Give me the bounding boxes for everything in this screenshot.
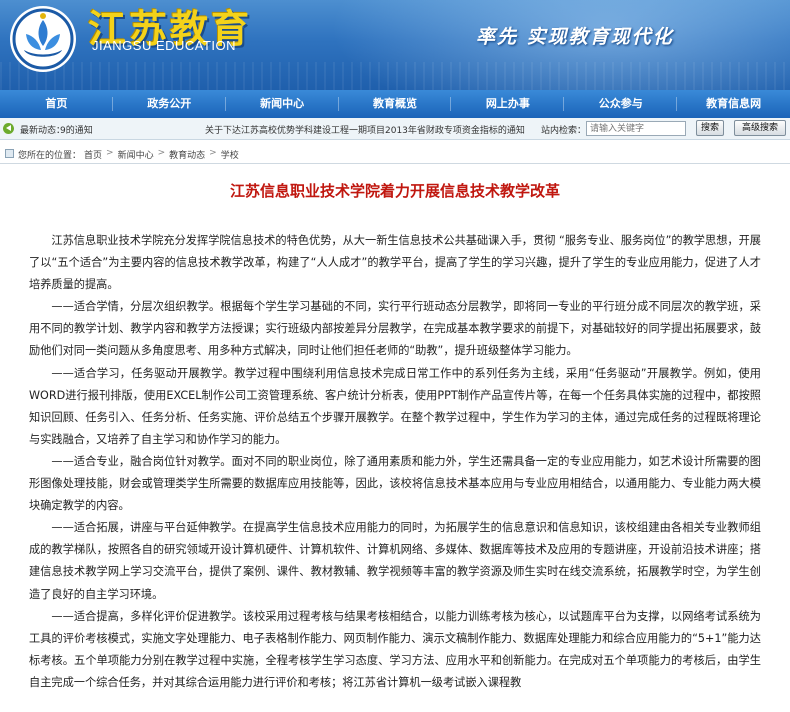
article-paragraph: ——适合拓展，讲座与平台延伸教学。在提高学生信息技术应用能力的同时，为拓展学生的… (29, 521, 761, 601)
nav-item-online-services[interactable]: 网上办事 (451, 90, 565, 118)
breadcrumb-news-center[interactable]: 新闻中心 (118, 148, 154, 161)
nav-item-education-overview[interactable]: 教育概览 (339, 90, 452, 118)
breadcrumb-schools[interactable]: 学校 (221, 148, 239, 161)
breadcrumb-label: 您所在的位置： (18, 151, 82, 161)
news-ticker-bar: 最新动态： 9的通知 关于下达江苏高校优势学科建设工程一期项目2013年省财政专… (0, 118, 790, 140)
breadcrumb-path: 首页 > 新闻中心 > 教育动态 > 学校 (84, 148, 239, 161)
banner-pattern (0, 62, 790, 90)
nav-item-government-affairs[interactable]: 政务公开 (113, 90, 226, 118)
search-button[interactable]: 搜索 (696, 120, 724, 136)
location-icon (5, 149, 14, 158)
article: 江苏信息职业技术学院着力开展信息技术教学改革 江苏信息职业技术学院充分发挥学院信… (29, 180, 761, 694)
article-paragraph: ——适合学情，分层次组织教学。根据每个学生学习基础的不同，实行平行班动态分层教学… (29, 300, 761, 358)
advanced-search-button[interactable]: 高级搜索 (734, 120, 786, 136)
header-slogan: 率先 实现教育现代化 (476, 26, 674, 48)
article-paragraph: ——适合专业，融合岗位针对教学。面对不同的职业岗位，除了通用素质和能力外，学生还… (29, 454, 761, 513)
breadcrumb: 您所在的位置： 首页 > 新闻中心 > 教育动态 > 学校 (0, 144, 790, 164)
article-paragraph: ——适合提高，多样化评价促进教学。该校采用过程考核与结果考核相结合，以能力训练考… (29, 609, 761, 689)
site-search-input[interactable] (586, 121, 686, 136)
article-paragraph: 江苏信息职业技术学院充分发挥学院信息技术的特色优势，从大一新生信息技术公共基础课… (29, 234, 761, 292)
breadcrumb-separator: > (209, 148, 217, 158)
ticker-news-link[interactable]: 关于下达江苏高校优势学科建设工程一期项目2013年省财政专项资金指标的通知 (205, 123, 525, 136)
site-search-label: 站内检索： (541, 126, 587, 136)
jiangsu-education-logo-icon[interactable] (8, 4, 78, 74)
nav-item-home[interactable]: 首页 (0, 90, 113, 118)
breadcrumb-education-news[interactable]: 教育动态 (169, 148, 205, 161)
breadcrumb-home[interactable]: 首页 (84, 148, 102, 161)
nav-item-education-info-net[interactable]: 教育信息网 (677, 90, 790, 118)
ticker-news-link[interactable]: 9的通知 (60, 123, 93, 136)
article-paragraph: ——适合学习，任务驱动开展教学。教学过程中围绕利用信息技术完成日常工作中的系列任… (29, 366, 761, 446)
article-title: 江苏信息职业技术学院着力开展信息技术教学改革 (229, 182, 560, 200)
breadcrumb-separator: > (157, 148, 166, 158)
main-nav: 首页 政务公开 新闻中心 教育概览 网上办事 公众参与 教育信息网 (0, 90, 790, 118)
breadcrumb-separator: > (106, 148, 114, 158)
ticker-arrow-icon (3, 123, 14, 134)
header-banner: 江苏教育 JIANGSU EDUCATION 率先 实现教育现代化 (0, 0, 790, 90)
nav-item-public-participation[interactable]: 公众参与 (564, 90, 678, 118)
nav-item-news-center[interactable]: 新闻中心 (226, 90, 339, 118)
ticker-label: 最新动态： (20, 126, 66, 136)
logo-english-text: JIANGSU EDUCATION (92, 38, 237, 53)
